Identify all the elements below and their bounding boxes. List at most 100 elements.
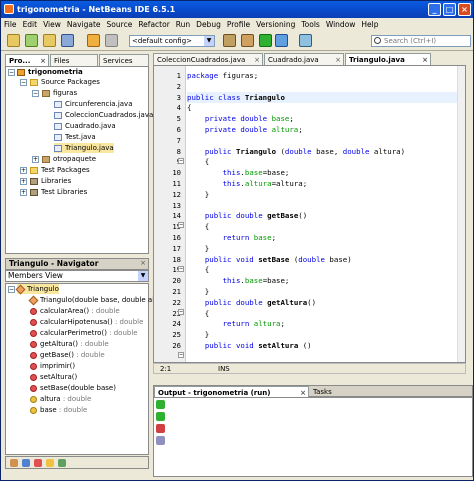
menu-item[interactable]: Run: [173, 18, 193, 31]
navigator-member[interactable]: altura : double: [30, 394, 91, 404]
code-line[interactable]: public void setBase (double base): [187, 254, 457, 265]
profile-icon[interactable]: [299, 34, 312, 47]
code-line[interactable]: public class Triangulo: [187, 91, 457, 103]
code-line[interactable]: [187, 200, 457, 211]
code-line[interactable]: public void setAltura (): [187, 340, 457, 351]
fold-toggle[interactable]: −: [178, 157, 184, 164]
tree-project[interactable]: trigonometria: [17, 67, 83, 77]
filter-icon[interactable]: [46, 459, 54, 467]
menu-item[interactable]: Debug: [193, 18, 224, 31]
code-line[interactable]: this.base=base;: [187, 167, 457, 178]
close-button[interactable]: ×: [458, 3, 471, 16]
collapse-toggle[interactable]: −: [8, 286, 15, 293]
menu-item[interactable]: Versioning: [253, 18, 298, 31]
tab-files[interactable]: Files: [50, 54, 98, 66]
settings-icon[interactable]: [156, 436, 165, 445]
redo-icon[interactable]: [105, 34, 118, 47]
tree-libraries[interactable]: Libraries: [30, 176, 71, 186]
new-file-icon[interactable]: [25, 34, 38, 47]
collapse-toggle[interactable]: −: [20, 79, 27, 86]
code-line[interactable]: public double getBase(): [187, 210, 457, 221]
navigator-member[interactable]: setAltura(): [30, 372, 77, 382]
navigator-member[interactable]: base : double: [30, 405, 87, 415]
undo-icon[interactable]: [87, 34, 100, 47]
code-line[interactable]: private double base;: [187, 113, 457, 124]
tree-file[interactable]: ColeccionCuadrados.java: [54, 110, 153, 120]
new-project-icon[interactable]: [7, 34, 20, 47]
code-line[interactable]: {: [187, 102, 457, 113]
code-editor[interactable]: 1234567891011121314151617181920212223242…: [153, 65, 466, 363]
navigator-member[interactable]: calcularPerimetro() : double: [30, 328, 138, 338]
members-view-select[interactable]: Members View ▼: [5, 270, 149, 282]
code-line[interactable]: public Triangulo (double base, double al…: [187, 146, 457, 157]
code-line[interactable]: return altura;: [187, 318, 457, 329]
editor-scrollbar[interactable]: [457, 66, 465, 362]
tab-projects[interactable]: Pro... ×: [5, 54, 49, 66]
menu-item[interactable]: Window: [323, 18, 359, 31]
code-line[interactable]: [187, 81, 457, 92]
menu-item[interactable]: File: [1, 18, 20, 31]
code-line[interactable]: }: [187, 329, 457, 340]
tree-file[interactable]: Cuadrado.java: [54, 121, 116, 131]
clean-build-icon[interactable]: [241, 34, 254, 47]
menu-item[interactable]: Navigate: [64, 18, 104, 31]
filter-icon[interactable]: [10, 459, 18, 467]
code-line[interactable]: }: [187, 243, 457, 254]
expand-toggle[interactable]: +: [20, 167, 27, 174]
minimize-button[interactable]: _: [428, 3, 441, 16]
code-line[interactable]: {: [187, 156, 457, 167]
code-line[interactable]: {: [187, 308, 457, 319]
fold-toggle[interactable]: −: [178, 308, 184, 315]
code-line[interactable]: this.altura=altura;: [187, 178, 457, 189]
rerun-with-icon[interactable]: [156, 412, 165, 421]
navigator-member[interactable]: imprimir(): [30, 361, 75, 371]
navigator-member[interactable]: setBase(double base): [30, 383, 116, 393]
menu-item[interactable]: View: [40, 18, 64, 31]
menu-item[interactable]: Source: [104, 18, 136, 31]
fold-toggle[interactable]: −: [178, 265, 184, 272]
save-all-icon[interactable]: [61, 34, 74, 47]
tab-triangulo[interactable]: Triangulo.java ×: [345, 53, 431, 65]
navigator-member[interactable]: getAltura() : double: [30, 339, 109, 349]
maximize-button[interactable]: □: [443, 3, 456, 16]
tree-source-packages[interactable]: Source Packages: [30, 77, 100, 87]
code-line[interactable]: private double altura;: [187, 124, 457, 135]
tab-services[interactable]: Services: [99, 54, 149, 66]
code-line[interactable]: [187, 135, 457, 146]
open-project-icon[interactable]: [43, 34, 56, 47]
tree-file-selected[interactable]: Triangulo.java: [54, 143, 114, 153]
code-line[interactable]: return base;: [187, 232, 457, 243]
code-line[interactable]: }: [187, 189, 457, 200]
filter-icon[interactable]: [34, 459, 42, 467]
filter-icon[interactable]: [58, 459, 66, 467]
collapse-toggle[interactable]: −: [8, 69, 15, 76]
build-icon[interactable]: [223, 34, 236, 47]
config-dropdown[interactable]: <default config> ▼: [129, 35, 215, 47]
code-line[interactable]: package figuras;: [187, 70, 457, 81]
code-line[interactable]: }: [187, 286, 457, 297]
menu-item[interactable]: Help: [358, 18, 381, 31]
menu-item[interactable]: Profile: [224, 18, 253, 31]
search-input[interactable]: Search (Ctrl+I): [371, 35, 471, 47]
close-icon[interactable]: ×: [140, 259, 146, 267]
expand-toggle[interactable]: +: [32, 156, 39, 163]
navigator-member[interactable]: calcularHipotenusa() : double: [30, 317, 143, 327]
run-icon[interactable]: [259, 34, 272, 47]
tree-package-figuras[interactable]: figuras: [42, 88, 77, 98]
rerun-icon[interactable]: [156, 400, 165, 409]
tree-file[interactable]: Test.java: [54, 132, 96, 142]
fold-toggle[interactable]: −: [178, 222, 184, 229]
navigator-member[interactable]: Triangulo(double base, double altura): [28, 295, 171, 305]
navigator-member[interactable]: getBase() : double: [30, 350, 105, 360]
tab-coleccioncuadrados[interactable]: ColeccionCuadrados.java ×: [153, 53, 263, 65]
tree-package-otropaquete[interactable]: otropaquete: [42, 154, 96, 164]
tree-test-packages[interactable]: Test Packages: [30, 165, 90, 175]
expand-toggle[interactable]: +: [20, 178, 27, 185]
fold-toggle[interactable]: −: [178, 352, 184, 358]
tree-test-libraries[interactable]: Test Libraries: [30, 187, 87, 197]
collapse-toggle[interactable]: −: [32, 90, 39, 97]
code-line[interactable]: public double getAltura(): [187, 297, 457, 308]
tree-file[interactable]: Circunferencia.java: [54, 99, 133, 109]
menu-item[interactable]: Refactor: [135, 18, 172, 31]
menu-item[interactable]: Edit: [20, 18, 41, 31]
